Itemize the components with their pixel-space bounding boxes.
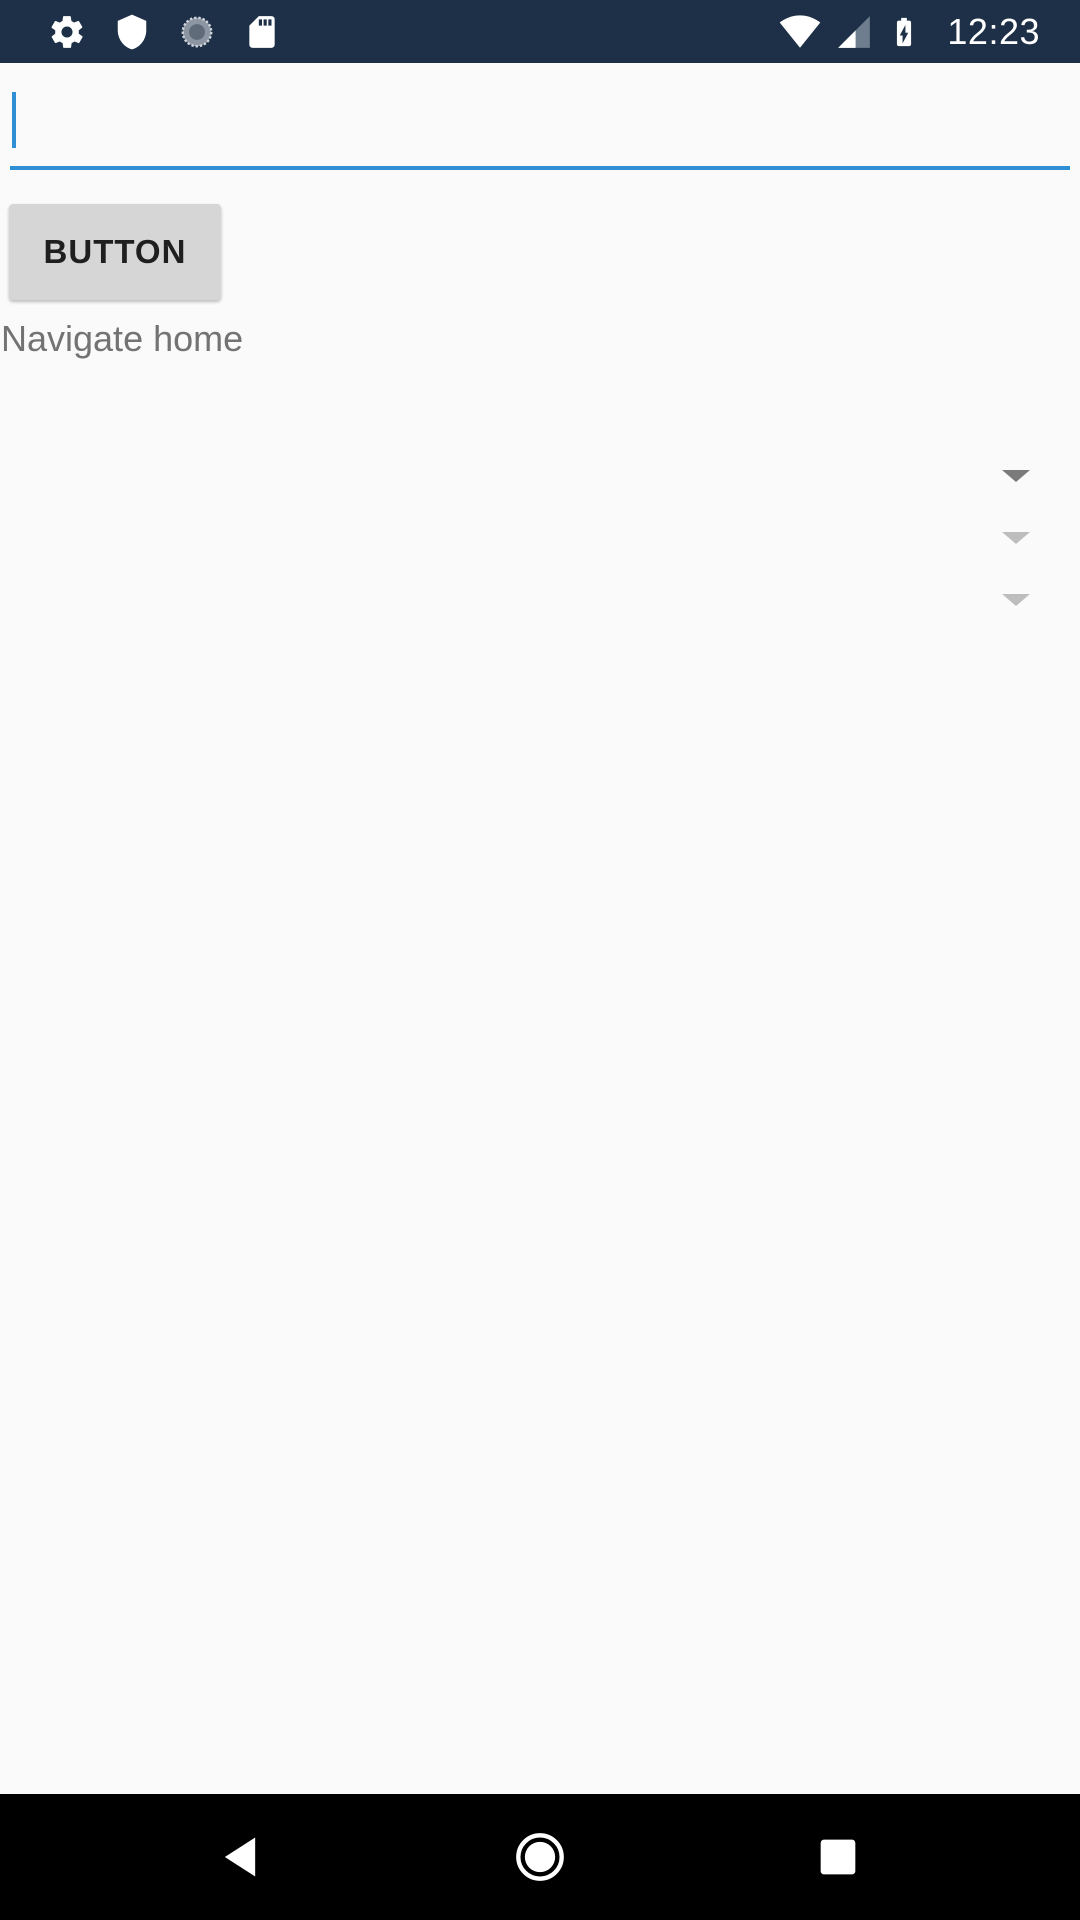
spinner-2[interactable] xyxy=(0,508,1080,570)
sd-card-icon xyxy=(249,16,275,48)
spinner-3[interactable] xyxy=(0,570,1080,632)
cell-signal-icon xyxy=(838,16,871,48)
back-icon[interactable] xyxy=(214,1831,266,1883)
dropdown-arrow-icon xyxy=(1002,594,1030,606)
status-bar: 12:23 xyxy=(0,0,1080,63)
shield-icon xyxy=(117,14,147,50)
dropdown-arrow-icon xyxy=(1002,532,1030,544)
status-clock: 12:23 xyxy=(947,11,1040,52)
main-button[interactable]: BUTTON xyxy=(9,204,221,300)
home-icon[interactable] xyxy=(514,1831,566,1883)
battery-charging-icon xyxy=(897,17,912,47)
sync-progress-icon xyxy=(181,16,213,48)
dropdown-arrow-icon xyxy=(1002,470,1030,482)
app-screen: 12:23 BUTTON Navigate home xyxy=(0,0,1080,1920)
navigate-home-label: Navigate home xyxy=(1,318,244,359)
text-input[interactable] xyxy=(10,82,1070,170)
recents-icon[interactable] xyxy=(812,1831,864,1883)
text-cursor xyxy=(12,92,16,148)
wifi-icon xyxy=(780,15,821,48)
settings-icon xyxy=(51,16,83,48)
spinner-1[interactable] xyxy=(0,446,1080,508)
system-nav-bar xyxy=(0,1794,1080,1920)
